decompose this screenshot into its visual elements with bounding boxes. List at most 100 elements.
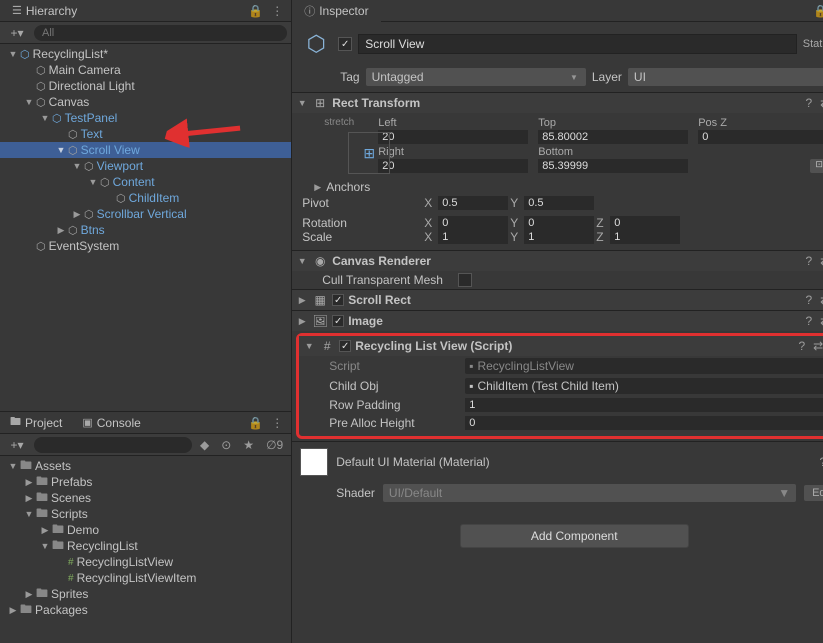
scale-z-field[interactable] [610, 230, 680, 244]
hierarchy-search-input[interactable] [34, 25, 287, 41]
scale-x-field[interactable] [438, 230, 508, 244]
expand-icon[interactable]: ▼ [22, 509, 36, 519]
enabled-checkbox[interactable] [338, 37, 352, 51]
project-item[interactable]: ▼🖿Scripts [0, 506, 291, 522]
hierarchy-item[interactable]: ▶⬡Btns [0, 222, 291, 238]
help-icon[interactable]: ? [820, 455, 823, 469]
expand-icon[interactable]: ▶ [6, 605, 20, 616]
right-field[interactable] [378, 159, 528, 173]
cull-checkbox[interactable] [458, 273, 472, 287]
scale-y-field[interactable] [524, 230, 594, 244]
anchors-foldout[interactable]: ▶ [314, 182, 326, 193]
hierarchy-item[interactable]: ⬡Directional Light [0, 78, 291, 94]
hierarchy-item[interactable]: ⬡Main Camera [0, 62, 291, 78]
project-icon: 🖿 [10, 413, 21, 432]
hierarchy-item[interactable]: ▼⬡Content [0, 174, 291, 190]
expand-icon[interactable]: ▶ [70, 209, 84, 220]
filter-icon[interactable]: ◆ [196, 438, 213, 452]
material-swatch[interactable] [300, 448, 328, 476]
expand-icon[interactable]: ▶ [22, 477, 36, 488]
hierarchy-tab[interactable]: ☰ Hierarchy [0, 1, 89, 21]
rot-x-field[interactable] [438, 216, 508, 230]
hierarchy-item[interactable]: ▼⬡TestPanel [0, 110, 291, 126]
project-item[interactable]: ▼🖿RecyclingList [0, 538, 291, 554]
lock-icon[interactable]: 🔒 [248, 4, 263, 18]
hierarchy-item[interactable]: ▼⬡Scroll View [0, 142, 291, 158]
project-item[interactable]: #RecyclingListView [0, 554, 291, 570]
posz-field[interactable] [698, 130, 823, 144]
expand-icon[interactable]: ▼ [86, 177, 100, 187]
menu-icon[interactable]: ⋮ [271, 416, 283, 430]
console-icon: ▣ [82, 416, 92, 429]
blueprint-mode-button[interactable]: ⊡ [810, 159, 823, 173]
left-field[interactable] [378, 130, 528, 144]
collapse-icon[interactable]: ▶ [296, 316, 308, 327]
rowpad-field[interactable] [465, 398, 823, 412]
prealloc-field[interactable] [465, 416, 823, 430]
menu-icon[interactable]: ⋮ [271, 4, 283, 18]
help-icon[interactable]: ? [805, 293, 812, 307]
childobj-field[interactable]: ▪ ChildItem (Test Child Item) ⊙ [465, 378, 823, 394]
scroll-rect-enabled[interactable] [332, 294, 344, 306]
help-icon[interactable]: ? [798, 339, 805, 353]
hierarchy-item[interactable]: ▼⬡Canvas [0, 94, 291, 110]
project-item[interactable]: ▶🖿Demo [0, 522, 291, 538]
hierarchy-item[interactable]: ⬡ChildItem [0, 190, 291, 206]
help-icon[interactable]: ? [805, 314, 812, 328]
edit-button[interactable]: Edit... [804, 485, 823, 501]
inspector-tab[interactable]: ⓘ Inspector [292, 0, 380, 22]
collapse-icon[interactable]: ▼ [296, 98, 308, 108]
add-component-button[interactable]: Add Component [460, 524, 689, 548]
object-name-field[interactable] [358, 34, 797, 54]
item-label: Packages [35, 603, 88, 617]
layer-dropdown[interactable]: UI▼ [628, 68, 823, 86]
rot-z-field[interactable] [610, 216, 680, 230]
expand-icon[interactable]: ▼ [38, 541, 52, 551]
collapse-icon[interactable]: ▼ [296, 256, 308, 266]
star-icon[interactable]: ★ [239, 438, 258, 452]
image-enabled[interactable] [332, 315, 344, 327]
project-search-input[interactable] [34, 437, 192, 453]
lock-icon[interactable]: 🔒 [813, 4, 823, 18]
create-button[interactable]: +▾ [4, 26, 30, 40]
expand-icon[interactable]: ▶ [38, 525, 52, 536]
collapse-icon[interactable]: ▼ [303, 341, 315, 351]
expand-icon[interactable]: ▼ [38, 113, 52, 123]
preset-icon[interactable]: ⇄ [813, 339, 823, 353]
project-item[interactable]: ▶🖿Sprites [0, 586, 291, 602]
hierarchy-item[interactable]: ▼⬡RecyclingList⋮ [0, 46, 291, 62]
filter-icon[interactable]: ⊙ [217, 438, 235, 452]
expand-icon[interactable]: ▶ [22, 493, 36, 504]
expand-icon[interactable]: ▶ [54, 225, 68, 236]
hierarchy-item[interactable]: ▶⬡Scrollbar Vertical [0, 206, 291, 222]
top-field[interactable] [538, 130, 688, 144]
project-item[interactable]: ▶🖿Packages [0, 602, 291, 618]
console-tab[interactable]: ▣ Console [72, 413, 150, 433]
hierarchy-item[interactable]: ⬡EventSystem [0, 238, 291, 254]
hierarchy-item[interactable]: ▼⬡Viewport [0, 158, 291, 174]
pivot-x-field[interactable] [438, 196, 508, 210]
tag-dropdown[interactable]: Untagged▼ [366, 68, 586, 86]
expand-icon[interactable]: ▼ [22, 97, 36, 107]
create-button[interactable]: +▾ [4, 438, 30, 452]
expand-icon[interactable]: ▼ [54, 145, 68, 155]
shader-dropdown[interactable]: UI/Default▼ [383, 484, 796, 502]
hidden-icon[interactable]: ∅9 [262, 438, 287, 452]
help-icon[interactable]: ? [805, 254, 812, 268]
rot-y-field[interactable] [524, 216, 594, 230]
project-tab[interactable]: 🖿 Project [0, 410, 72, 435]
anchor-preset-button[interactable]: ⊞ [348, 132, 390, 174]
expand-icon[interactable]: ▼ [70, 161, 84, 171]
hierarchy-item[interactable]: ⬡Text [0, 126, 291, 142]
lock-icon[interactable]: 🔒 [248, 416, 263, 430]
help-icon[interactable]: ? [805, 96, 812, 110]
collapse-icon[interactable]: ▶ [296, 295, 308, 306]
gameobject-icon[interactable]: ⬡ [300, 28, 332, 60]
project-tree: ▼🖿Assets▶🖿Prefabs▶🖿Scenes▼🖿Scripts▶🖿Demo… [0, 456, 291, 643]
pivot-y-field[interactable] [524, 196, 594, 210]
expand-icon[interactable]: ▼ [6, 461, 20, 471]
recycling-enabled[interactable] [339, 340, 351, 352]
expand-icon[interactable]: ▶ [22, 589, 36, 600]
bottom-field[interactable] [538, 159, 688, 173]
expand-icon[interactable]: ▼ [6, 49, 20, 59]
